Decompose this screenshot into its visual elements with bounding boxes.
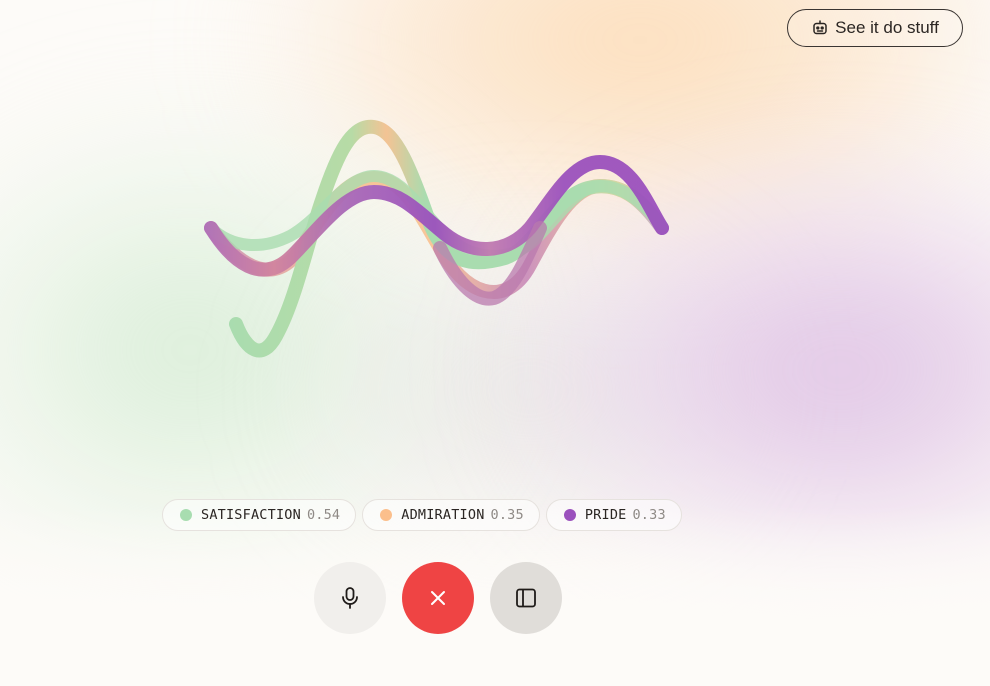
admiration-dot [380, 509, 393, 521]
toggle-panel-button[interactable] [490, 562, 562, 634]
emotion-score: 0.35 [490, 507, 524, 523]
close-icon [429, 589, 447, 607]
microphone-icon [339, 586, 361, 610]
satisfaction-dot [180, 509, 192, 521]
emotion-name: ADMIRATION [401, 507, 485, 523]
sidebar-panel-icon [514, 586, 538, 610]
emotion-chip-pride: PRIDE 0.33 [545, 499, 682, 531]
emotion-score: 0.33 [632, 507, 666, 523]
voice-chat-screen: See it do stuff SATISFACTION 0.54 ADMIRA… [0, 0, 990, 686]
emotion-scores: SATISFACTION 0.54 ADMIRATION 0.35 PRIDE … [162, 499, 682, 531]
emotion-score: 0.54 [306, 507, 341, 523]
end-call-button[interactable] [402, 562, 474, 634]
pride-dot [563, 509, 576, 521]
emotion-name: SATISFACTION [201, 507, 301, 523]
emotion-chip-admiration: ADMIRATION 0.35 [362, 499, 540, 531]
emotion-chip-satisfaction: SATISFACTION 0.54 [162, 499, 357, 531]
call-controls [314, 562, 562, 634]
mute-microphone-button[interactable] [314, 562, 386, 634]
emotion-name: PRIDE [584, 507, 627, 523]
